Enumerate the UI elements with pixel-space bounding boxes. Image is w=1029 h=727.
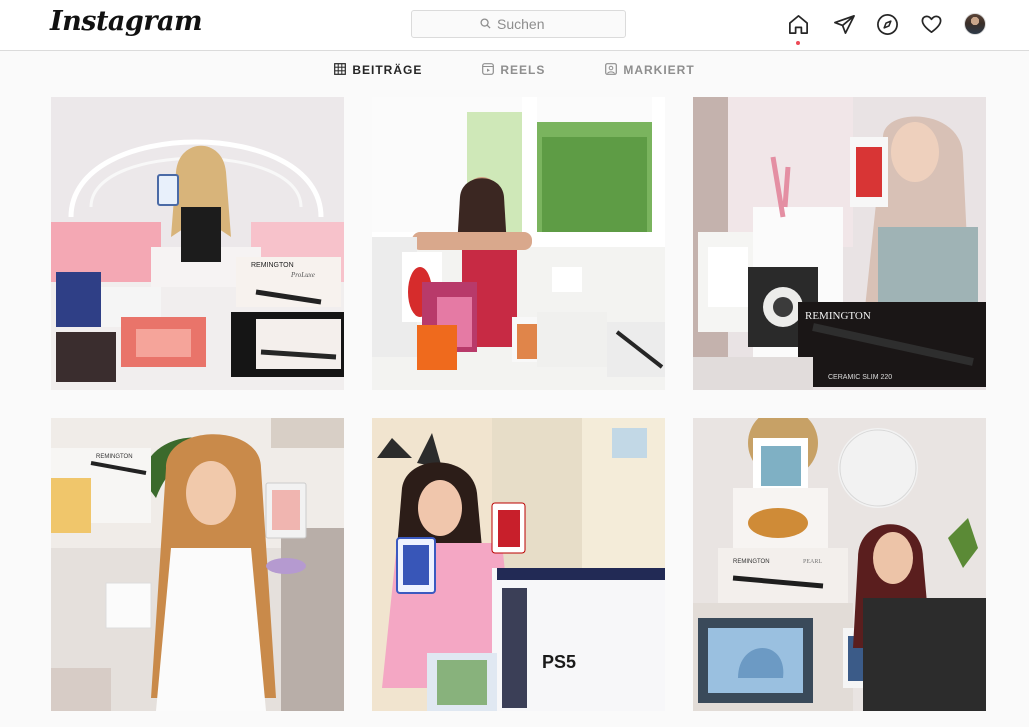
tab-reels-label: REELS	[500, 63, 546, 77]
post-thumbnail[interactable]: REMINGTON ProLuxe	[51, 97, 344, 390]
tagged-icon	[605, 62, 618, 78]
product-text: CERAMIC SLIM 220	[828, 374, 892, 381]
product-text: PEARL	[803, 559, 822, 565]
post-thumbnail[interactable]: PS5	[372, 418, 665, 711]
ps5-logo-text: PS5	[542, 652, 576, 672]
remington-text: REMINGTON	[96, 454, 133, 460]
remington-text: REMINGTON	[251, 262, 294, 269]
post-image	[372, 97, 665, 390]
tab-tagged-label: MARKIERT	[623, 63, 695, 77]
post-thumbnail[interactable]: REMINGTON	[51, 418, 344, 711]
grid-icon	[334, 62, 347, 78]
top-navigation-bar: Instagram	[0, 0, 1029, 51]
direct-message-icon[interactable]	[832, 12, 856, 36]
post-thumbnail[interactable]: REMINGTON CERAMIC SLIM 220	[693, 97, 986, 390]
profile-tabs: BEITRÄGE REELS MARKIERT	[0, 52, 1029, 88]
active-indicator	[796, 41, 800, 45]
product-text: ProLuxe	[290, 271, 315, 279]
tab-posts-label: BEITRÄGE	[352, 63, 423, 77]
post-image: REMINGTON ProLuxe	[51, 97, 344, 390]
instagram-logo[interactable]: Instagram	[50, 6, 203, 37]
search-icon	[480, 16, 491, 32]
post-thumbnail[interactable]: REMINGTON PEARL	[693, 418, 986, 711]
remington-text: REMINGTON	[733, 559, 770, 565]
reels-icon	[482, 62, 495, 78]
post-image: REMINGTON PEARL	[693, 418, 986, 711]
explore-icon[interactable]	[875, 12, 899, 36]
tab-tagged[interactable]: MARKIERT	[605, 52, 694, 88]
tab-reels[interactable]: REELS	[482, 52, 545, 88]
post-thumbnail[interactable]	[372, 97, 665, 390]
home-icon[interactable]	[786, 12, 810, 36]
profile-avatar[interactable]	[964, 13, 986, 35]
tab-posts[interactable]: BEITRÄGE	[334, 52, 422, 88]
search-box[interactable]	[411, 10, 626, 38]
remington-text: REMINGTON	[805, 310, 871, 322]
activity-heart-icon[interactable]	[919, 12, 943, 36]
search-input[interactable]	[497, 16, 557, 32]
post-image: PS5	[372, 418, 665, 711]
post-image: REMINGTON	[51, 418, 344, 711]
post-image: REMINGTON CERAMIC SLIM 220	[693, 97, 986, 390]
